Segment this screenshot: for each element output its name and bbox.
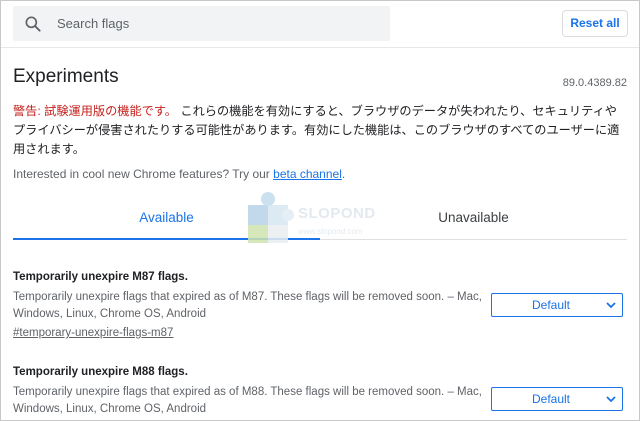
reset-all-button[interactable]: Reset all <box>562 10 628 37</box>
warning-text: 警告: 試験運用版の機能です。 これらの機能を有効にすると、ブラウザのデータが失… <box>13 102 627 159</box>
experiment-state-select[interactable]: Default <box>491 387 623 411</box>
experiment-item: Temporarily unexpire M87 flags. Temporar… <box>13 271 627 341</box>
warning-prefix: 警告: 試験運用版の機能です。 <box>13 104 177 118</box>
select-value: Default <box>531 298 571 312</box>
experiment-title: Temporarily unexpire M88 flags. <box>13 366 188 378</box>
select-value: Default <box>531 392 571 406</box>
experiment-permalink[interactable]: #temporary-unexpire-flags-m87 <box>13 327 173 339</box>
tab-bar: Available Unavailable <box>13 200 627 240</box>
page-title: Experiments <box>13 66 119 87</box>
version-label: 89.0.4389.82 <box>562 77 627 89</box>
beta-promo: Interested in cool new Chrome features? … <box>13 167 345 181</box>
beta-promo-suffix: . <box>341 167 346 181</box>
search-input[interactable] <box>57 6 377 41</box>
beta-channel-link[interactable]: beta channel <box>273 167 342 181</box>
tab-available[interactable]: Available <box>13 200 320 240</box>
flags-page: Reset all Experiments 89.0.4389.82 警告: 試… <box>0 0 640 421</box>
beta-promo-text: Interested in cool new Chrome features? … <box>13 167 274 181</box>
experiment-title: Temporarily unexpire M87 flags. <box>13 271 188 283</box>
search-box[interactable] <box>13 6 390 41</box>
tab-unavailable[interactable]: Unavailable <box>320 200 627 240</box>
experiment-state-select[interactable]: Default <box>491 293 623 317</box>
header-bar: Reset all <box>1 1 639 48</box>
chevron-down-icon <box>606 396 616 403</box>
search-icon <box>25 16 41 32</box>
experiment-item: Temporarily unexpire M88 flags. Temporar… <box>13 366 627 418</box>
experiment-description: Temporarily unexpire flags that expired … <box>13 291 482 320</box>
chevron-down-icon <box>606 302 616 309</box>
experiment-description: Temporarily unexpire flags that expired … <box>13 386 482 415</box>
